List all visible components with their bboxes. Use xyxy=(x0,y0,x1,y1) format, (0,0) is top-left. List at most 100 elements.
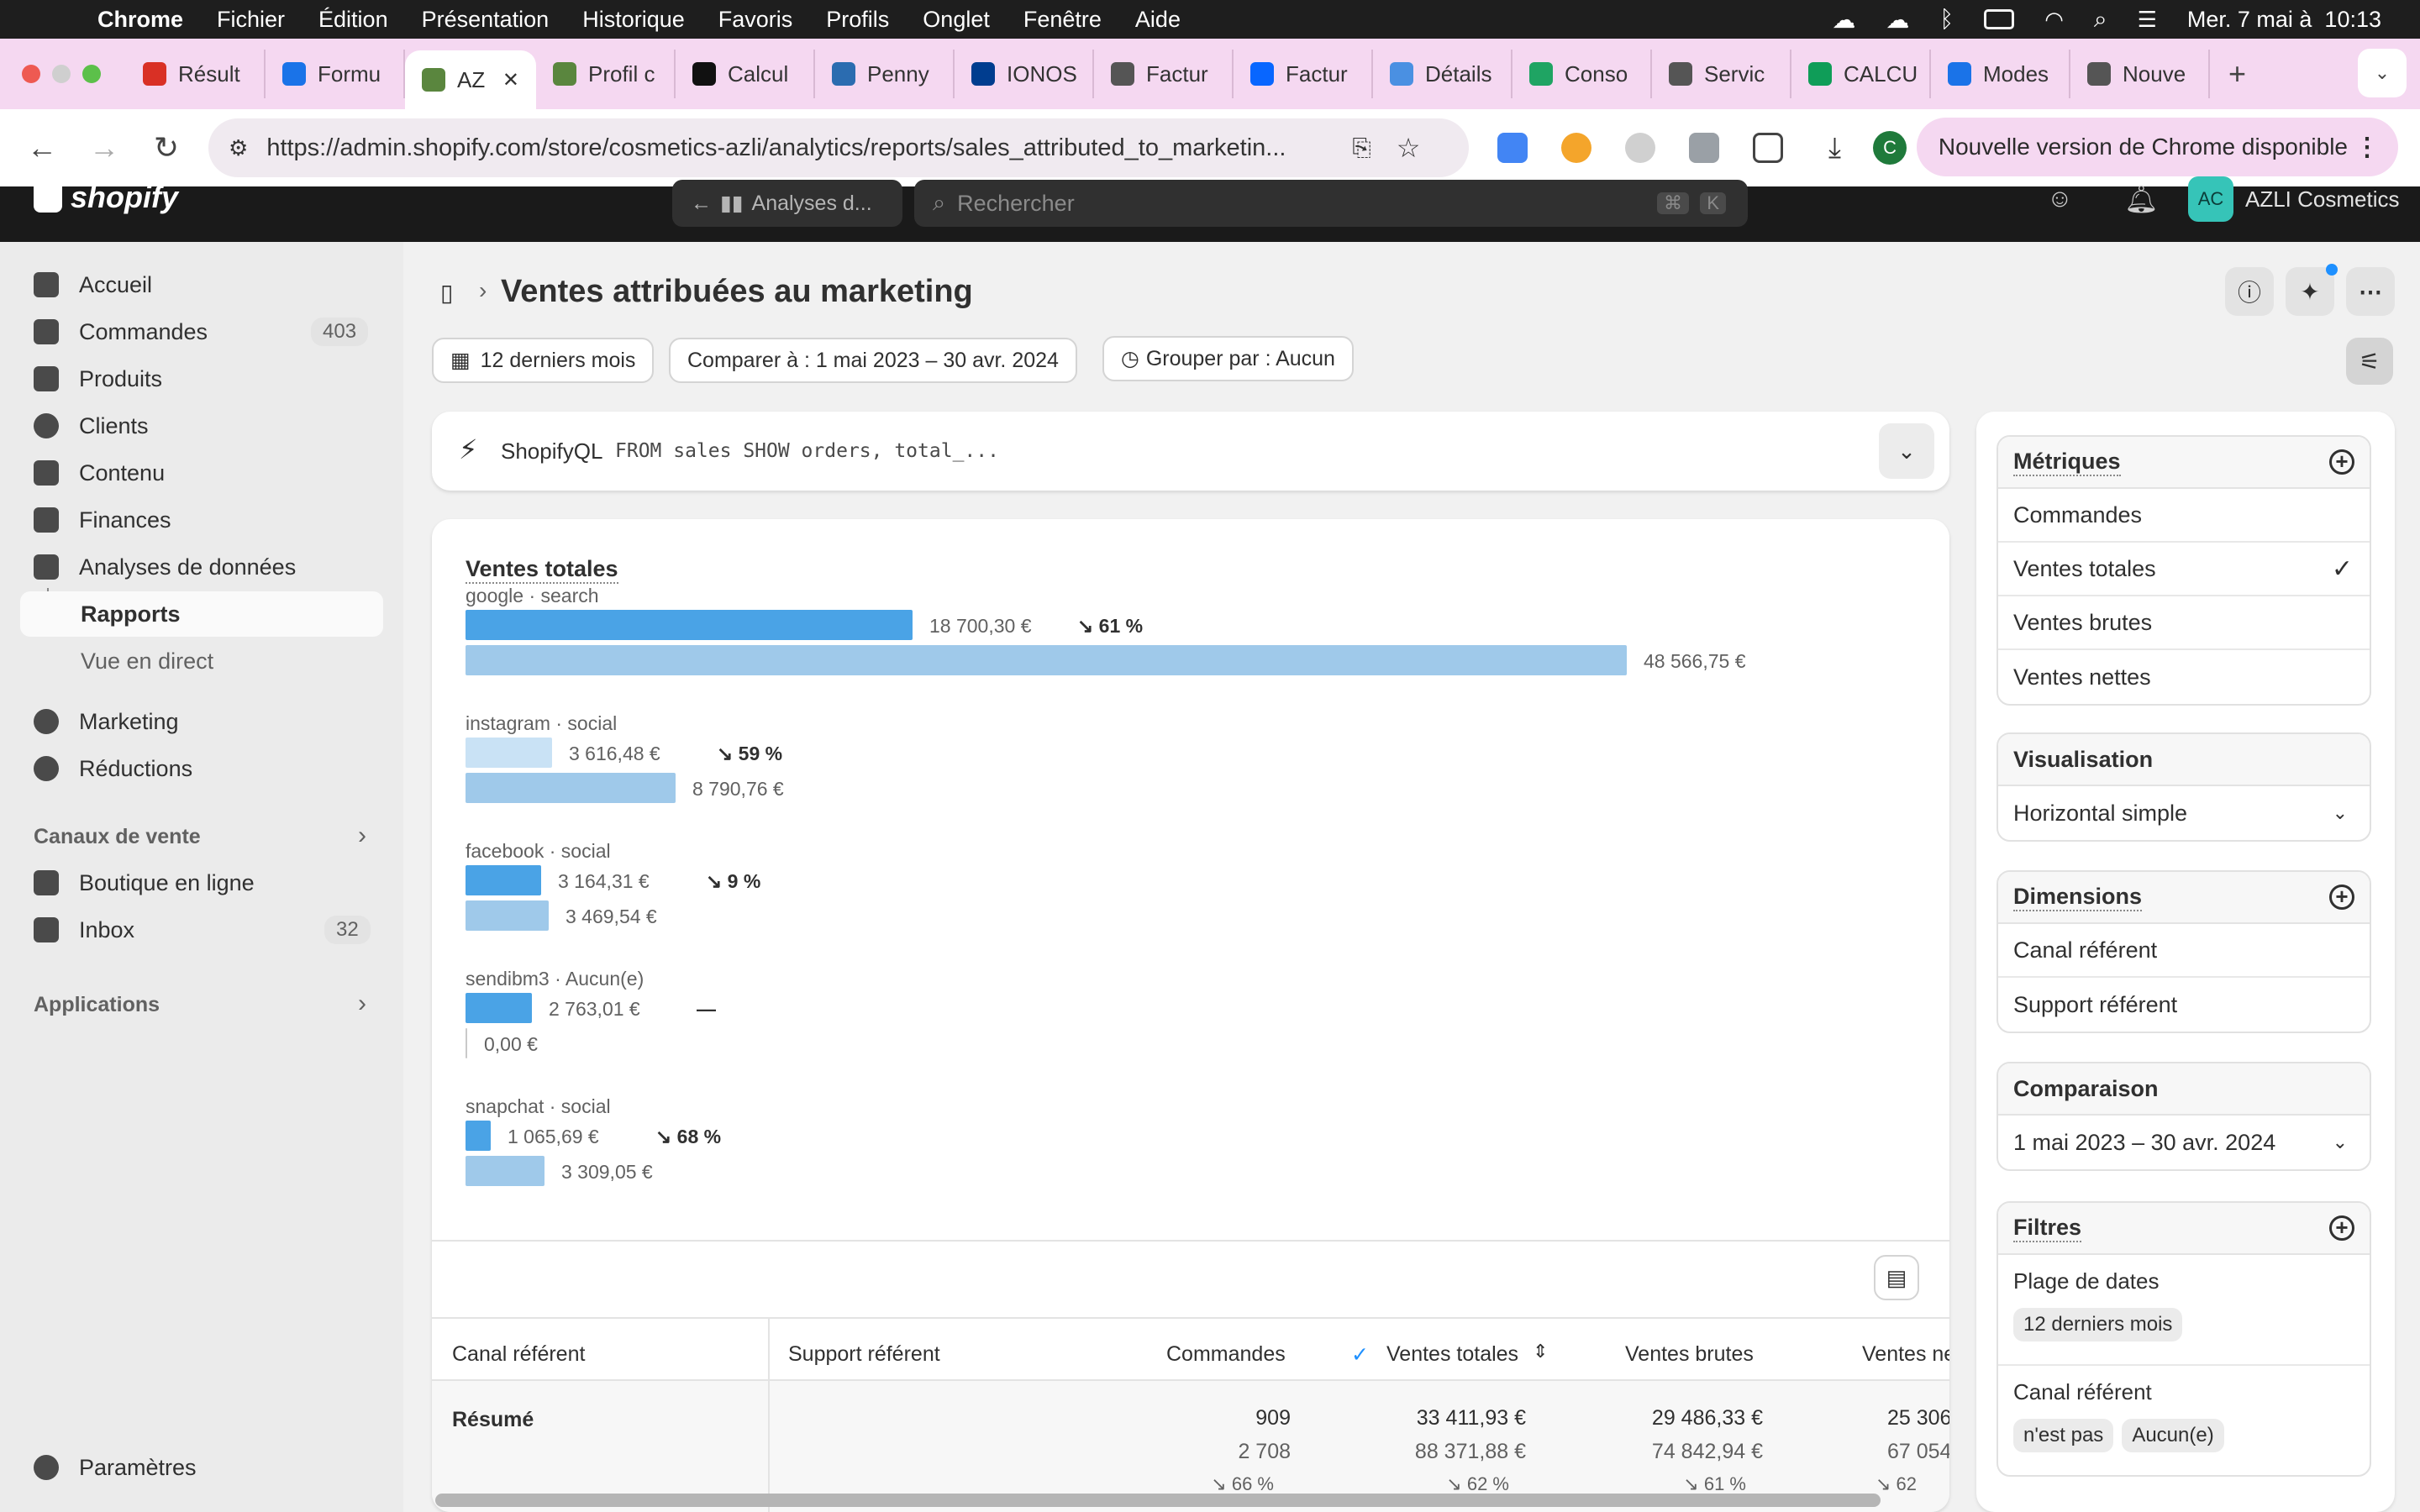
sidebar-item-content[interactable]: Contenu xyxy=(34,452,165,494)
more-actions-button[interactable]: ⋯ xyxy=(2346,267,2395,316)
close-tab-icon[interactable]: ✕ xyxy=(502,68,519,92)
forward-button[interactable]: → xyxy=(84,130,124,165)
sidebar-item-finances[interactable]: Finances xyxy=(34,499,171,541)
bluetooth-icon[interactable]: ᛒ xyxy=(1939,6,1954,33)
bookmark-star-icon[interactable]: ☆ xyxy=(1397,132,1421,164)
browser-tab[interactable]: Modes xyxy=(1931,50,2070,98)
visualization-select[interactable]: Horizontal simple ⌄ xyxy=(1998,786,2370,840)
browser-tab[interactable]: Factur xyxy=(1234,50,1373,98)
toggle-editor-panel-button[interactable]: ⚟ xyxy=(2346,338,2393,385)
code-extension-icon[interactable] xyxy=(1689,133,1719,163)
filter-value-chip[interactable]: Aucun(e) xyxy=(2122,1419,2224,1452)
reload-button[interactable]: ↻ xyxy=(146,130,187,165)
sidebar-item-live-view[interactable]: Vue en direct xyxy=(81,640,213,682)
google-translate-extension-icon[interactable] xyxy=(1497,133,1528,163)
browser-tab[interactable]: Factur xyxy=(1094,50,1234,98)
sidekick-button[interactable]: ✦ xyxy=(2286,264,2338,316)
download-icon[interactable]: ⤓ xyxy=(1828,132,1841,165)
menu-history[interactable]: Historique xyxy=(582,7,685,33)
browser-tab[interactable]: Résult xyxy=(126,50,266,98)
menu-tab[interactable]: Onglet xyxy=(923,7,990,33)
chrome-update-pill[interactable]: Nouvelle version de Chrome disponible ⋮ xyxy=(1916,118,2398,176)
browser-tab[interactable]: Détails xyxy=(1373,50,1512,98)
more-menu-icon[interactable]: ⋮ xyxy=(2354,133,2380,162)
column-header-referring-medium[interactable]: Support référent xyxy=(788,1342,940,1367)
profile-avatar[interactable]: C xyxy=(1873,131,1907,165)
column-header-referring-channel[interactable]: Canal référent xyxy=(452,1342,585,1367)
chevron-right-icon[interactable]: › xyxy=(358,822,366,850)
sidebar-item-analytics[interactable]: Analyses de données xyxy=(34,546,296,588)
filter-date-range[interactable]: Plage de dates 12 derniers mois xyxy=(1998,1255,2370,1366)
column-header-net-sales[interactable]: Ventes ne xyxy=(1862,1342,1949,1367)
browser-tab[interactable]: AZ ✕ xyxy=(405,50,536,109)
menu-edit[interactable]: Édition xyxy=(318,7,388,33)
browser-tab[interactable]: Calcul xyxy=(676,50,815,98)
table-view-button[interactable]: ▤ xyxy=(1874,1255,1919,1300)
sidebar-item-home[interactable]: Accueil xyxy=(34,264,152,306)
sales-channels-heading[interactable]: Canaux de vente xyxy=(34,825,201,849)
dimension-referring-medium[interactable]: Support référent xyxy=(1998,978,2370,1032)
add-filter-icon[interactable]: + xyxy=(2329,1215,2354,1241)
browser-tab[interactable]: Nouve xyxy=(2070,50,2210,98)
filter-operator-chip[interactable]: n'est pas xyxy=(2013,1419,2114,1452)
close-window-icon[interactable] xyxy=(22,65,40,83)
browser-tab[interactable]: Servic xyxy=(1652,50,1791,98)
column-header-orders[interactable]: Commandes xyxy=(1166,1342,1286,1367)
metric-total-sales[interactable]: Ventes totales ✓ xyxy=(1998,543,2370,596)
menubar-clock[interactable]: Mer. 7 mai à 10:13 xyxy=(2187,7,2381,33)
add-dimension-icon[interactable]: + xyxy=(2329,885,2354,910)
icloud-icon[interactable]: ☁ xyxy=(1886,6,1909,34)
metric-orders[interactable]: Commandes xyxy=(1998,489,2370,543)
spotlight-icon[interactable]: ⌕ xyxy=(2094,6,2107,34)
add-metric-icon[interactable]: + xyxy=(2329,449,2354,475)
date-range-button[interactable]: ▦ 12 derniers mois xyxy=(432,338,655,383)
browser-tab[interactable]: Penny xyxy=(815,50,955,98)
extensions-puzzle-icon[interactable] xyxy=(1753,133,1783,163)
column-header-total-sales[interactable]: Ventes totales xyxy=(1386,1342,1518,1367)
browser-tab[interactable]: IONOS xyxy=(955,50,1094,98)
new-tab-button[interactable]: + xyxy=(2228,56,2246,92)
sidebar-item-reports[interactable] xyxy=(20,591,383,637)
translate-icon[interactable]: ⎘ xyxy=(1352,134,1370,162)
menu-bookmarks[interactable]: Favoris xyxy=(718,7,793,33)
menu-help[interactable]: Aide xyxy=(1135,7,1181,33)
chevron-right-icon[interactable]: › xyxy=(358,990,366,1018)
sort-icon[interactable]: ⇕ xyxy=(1533,1341,1548,1362)
admin-search-input[interactable]: ⌕ Rechercher ⌘ K xyxy=(914,180,1748,227)
sidebar-item-customers[interactable]: Clients xyxy=(34,405,149,447)
dimension-referring-channel[interactable]: Canal référent xyxy=(1998,924,2370,978)
back-to-analytics-button[interactable]: ← ▮▮ Analyses d... xyxy=(672,180,902,227)
applications-heading[interactable]: Applications xyxy=(34,993,160,1017)
sidebar-item-settings[interactable]: Paramètres xyxy=(34,1446,197,1488)
sidebar-item-reports-label[interactable]: Rapports xyxy=(81,593,181,635)
comparison-select[interactable]: 1 mai 2023 – 30 avr. 2024 ⌄ xyxy=(1998,1116,2370,1169)
tab-search-button[interactable]: ⌄ xyxy=(2358,49,2407,97)
site-info-icon[interactable]: ⚙ xyxy=(229,135,248,161)
shopify-logo[interactable]: shopify xyxy=(34,180,178,215)
browser-tab[interactable]: Profil c xyxy=(536,50,676,98)
minimize-window-icon[interactable] xyxy=(52,65,71,83)
browser-tab[interactable]: Conso xyxy=(1512,50,1652,98)
notifications-bell-icon[interactable]: 🔔︎ xyxy=(2124,183,2159,215)
sidebar-item-products[interactable]: Produits xyxy=(34,358,162,400)
sidebar-item-online-store[interactable]: Boutique en ligne xyxy=(34,862,255,904)
horizontal-scrollbar[interactable] xyxy=(435,1494,1881,1507)
metric-gross-sales[interactable]: Ventes brutes xyxy=(1998,596,2370,650)
compare-button[interactable]: Comparer à : 1 mai 2023 – 30 avr. 2024 xyxy=(669,338,1077,383)
info-button[interactable]: ⓘ xyxy=(2225,267,2274,316)
menu-profiles[interactable]: Profils xyxy=(826,7,889,33)
menu-view[interactable]: Présentation xyxy=(422,7,550,33)
battery-icon[interactable] xyxy=(1984,9,2015,29)
menu-window[interactable]: Fenêtre xyxy=(1023,7,1102,33)
sidebar-item-inbox[interactable]: Inbox 32 xyxy=(34,909,371,951)
expand-editor-button[interactable]: ⌄ xyxy=(1879,423,1934,479)
sidebar-item-discounts[interactable]: Réductions xyxy=(34,748,192,790)
back-button[interactable]: ← xyxy=(22,130,62,165)
sidekick-icon[interactable]: ☺ xyxy=(2047,185,2073,213)
extension-icon[interactable] xyxy=(1625,133,1655,163)
url-text[interactable]: https://admin.shopify.com/store/cosmetic… xyxy=(266,134,1342,162)
filter-referring-channel[interactable]: Canal référent n'est pas Aucun(e) xyxy=(1998,1366,2370,1466)
app-menu[interactable]: Chrome xyxy=(97,7,183,33)
browser-tab[interactable]: Formu xyxy=(266,50,405,98)
creative-cloud-icon[interactable]: ☁ xyxy=(1832,6,1855,34)
